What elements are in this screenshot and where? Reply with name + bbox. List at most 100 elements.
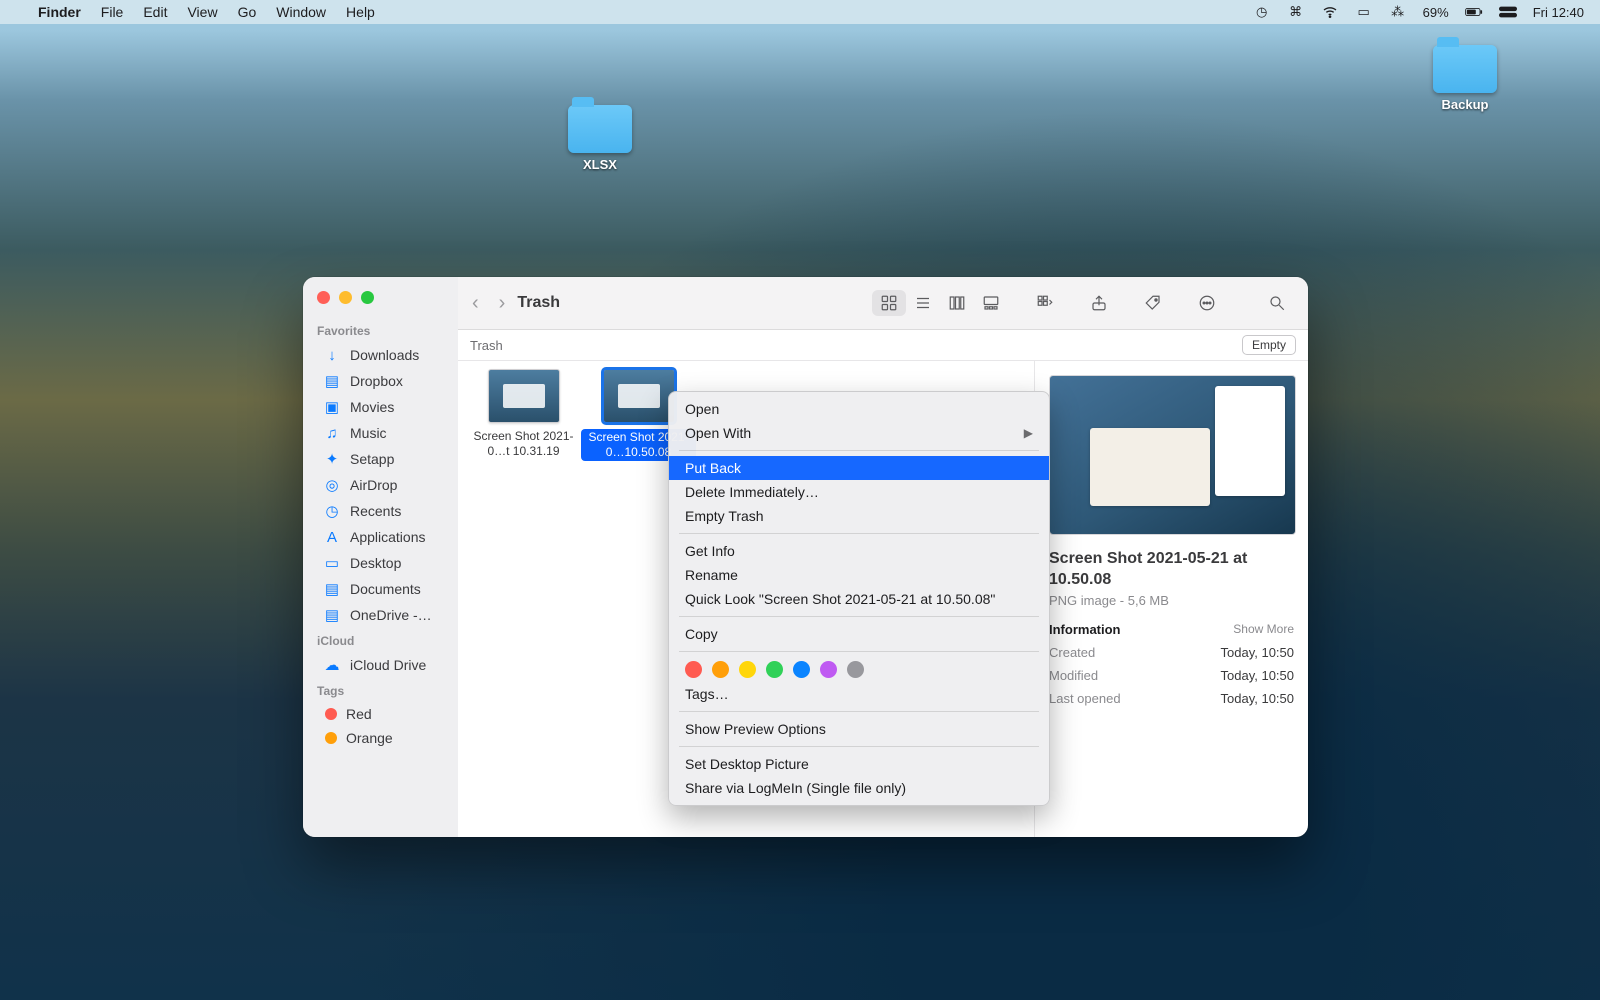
- sidebar-item[interactable]: AApplications: [309, 524, 452, 550]
- group-by-button[interactable]: [1028, 290, 1062, 316]
- sidebar-item[interactable]: ◷Recents: [309, 498, 452, 524]
- nav-back-button[interactable]: ‹: [472, 292, 479, 315]
- display-icon[interactable]: ▭: [1355, 3, 1373, 21]
- sidebar-item-label: Movies: [350, 399, 394, 415]
- menu-file[interactable]: File: [101, 4, 124, 20]
- desktop-folder[interactable]: Backup: [1420, 45, 1510, 112]
- context-menu-item[interactable]: Copy: [669, 622, 1049, 646]
- context-menu-item-label: Open With: [685, 425, 751, 441]
- context-menu-item[interactable]: Put Back: [669, 456, 1049, 480]
- camera-icon[interactable]: ⌘: [1287, 3, 1305, 21]
- desktop[interactable]: Finder File Edit View Go Window Help ◷ ⌘…: [0, 0, 1600, 1000]
- nav-forward-button[interactable]: ›: [499, 292, 506, 315]
- sidebar-item-icon: ▭: [323, 554, 341, 572]
- bluetooth-icon[interactable]: ⁂: [1389, 3, 1407, 21]
- sidebar-item[interactable]: ▣Movies: [309, 394, 452, 420]
- sidebar-item-label: Red: [346, 706, 372, 722]
- context-menu-separator: [679, 711, 1039, 712]
- sidebar-item[interactable]: ✦Setapp: [309, 446, 452, 472]
- info-value: Today, 10:50: [1221, 668, 1294, 683]
- sidebar-item[interactable]: ▤Documents: [309, 576, 452, 602]
- sidebar-section-header: Tags: [303, 678, 458, 702]
- context-menu-separator: [679, 651, 1039, 652]
- share-button[interactable]: [1082, 290, 1116, 316]
- clock-icon[interactable]: ◷: [1253, 3, 1271, 21]
- zoom-button[interactable]: [361, 291, 374, 304]
- battery-icon[interactable]: [1465, 3, 1483, 21]
- tag-color-dot[interactable]: [820, 661, 837, 678]
- folder-icon: [1433, 45, 1497, 93]
- context-menu: Open Open With▶ Put BackDelete Immediately…: [668, 391, 1050, 806]
- context-menu-item[interactable]: Tags…: [669, 682, 1049, 706]
- close-button[interactable]: [317, 291, 330, 304]
- view-columns-button[interactable]: [940, 290, 974, 316]
- context-menu-item[interactable]: Delete Immediately…: [669, 480, 1049, 504]
- desktop-folder[interactable]: XLSX: [555, 105, 645, 172]
- info-value: Today, 10:50: [1221, 645, 1294, 660]
- show-more-button[interactable]: Show More: [1233, 622, 1294, 637]
- context-menu-item[interactable]: Show Preview Options: [669, 717, 1049, 741]
- sidebar-item[interactable]: ▭Desktop: [309, 550, 452, 576]
- tag-dot-icon: [325, 708, 337, 720]
- sidebar-item-label: Downloads: [350, 347, 419, 363]
- sidebar-item-icon: ♫: [323, 424, 341, 442]
- file-item[interactable]: Screen Shot 2021-0…t 10.31.19: [466, 369, 581, 459]
- path-bar: Trash Empty: [458, 330, 1308, 361]
- tag-color-dot[interactable]: [685, 661, 702, 678]
- menubar-clock[interactable]: Fri 12:40: [1533, 5, 1584, 20]
- preview-pane: Screen Shot 2021-05-21 at 10.50.08 PNG i…: [1035, 361, 1308, 837]
- context-menu-item[interactable]: Open: [669, 397, 1049, 421]
- context-menu-item-label: Tags…: [685, 686, 729, 702]
- sidebar-item[interactable]: ♫Music: [309, 420, 452, 446]
- sidebar-item[interactable]: ▤Dropbox: [309, 368, 452, 394]
- info-row: Last openedToday, 10:50: [1049, 691, 1294, 706]
- sidebar-item[interactable]: Orange: [309, 726, 452, 750]
- view-gallery-button[interactable]: [974, 290, 1008, 316]
- context-menu-item[interactable]: Quick Look "Screen Shot 2021-05-21 at 10…: [669, 587, 1049, 611]
- menu-help[interactable]: Help: [346, 4, 375, 20]
- search-button[interactable]: [1260, 290, 1294, 316]
- sidebar-item-icon: ↓: [323, 346, 341, 364]
- sidebar-item[interactable]: ▤ OneDrive -…: [309, 602, 452, 628]
- more-button[interactable]: [1190, 290, 1224, 316]
- tags-button[interactable]: [1136, 290, 1170, 316]
- menu-view[interactable]: View: [187, 4, 217, 20]
- tag-color-dot[interactable]: [793, 661, 810, 678]
- desktop-folder-label: XLSX: [583, 157, 617, 172]
- battery-percent[interactable]: 69%: [1423, 5, 1449, 20]
- tag-color-dot[interactable]: [847, 661, 864, 678]
- sidebar-item-label: AirDrop: [350, 477, 397, 493]
- wifi-icon[interactable]: [1321, 3, 1339, 21]
- tag-color-dot[interactable]: [739, 661, 756, 678]
- sidebar-item-icon: ▤: [323, 606, 341, 624]
- context-menu-item-label: Open: [685, 401, 719, 417]
- control-center-icon[interactable]: [1499, 3, 1517, 21]
- menu-window[interactable]: Window: [276, 4, 326, 20]
- view-icons-button[interactable]: [872, 290, 906, 316]
- context-menu-item[interactable]: Open With▶: [669, 421, 1049, 445]
- context-menu-item[interactable]: Empty Trash: [669, 504, 1049, 528]
- menu-edit[interactable]: Edit: [143, 4, 167, 20]
- menubar-app-name[interactable]: Finder: [38, 4, 81, 20]
- sidebar-item[interactable]: ◎AirDrop: [309, 472, 452, 498]
- sidebar-item-label: Setapp: [350, 451, 394, 467]
- minimize-button[interactable]: [339, 291, 352, 304]
- sidebar-item[interactable]: ↓ Downloads: [309, 342, 452, 368]
- context-menu-item[interactable]: Share via LogMeIn (Single file only): [669, 776, 1049, 800]
- desktop-folder-label: Backup: [1442, 97, 1489, 112]
- context-menu-item-label: Set Desktop Picture: [685, 756, 809, 772]
- sidebar-item[interactable]: Red: [309, 702, 452, 726]
- context-menu-item-label: Show Preview Options: [685, 721, 826, 737]
- menu-go[interactable]: Go: [238, 4, 257, 20]
- tag-color-dot[interactable]: [712, 661, 729, 678]
- tag-color-dot[interactable]: [766, 661, 783, 678]
- sidebar-item-label: OneDrive -…: [350, 607, 432, 623]
- context-menu-item[interactable]: Set Desktop Picture: [669, 752, 1049, 776]
- tag-dot-icon: [325, 732, 337, 744]
- sidebar-item-label: Orange: [346, 730, 393, 746]
- sidebar-item[interactable]: ☁iCloud Drive: [309, 652, 452, 678]
- empty-trash-button[interactable]: Empty: [1242, 335, 1296, 355]
- context-menu-item[interactable]: Rename: [669, 563, 1049, 587]
- view-list-button[interactable]: [906, 290, 940, 316]
- context-menu-item[interactable]: Get Info: [669, 539, 1049, 563]
